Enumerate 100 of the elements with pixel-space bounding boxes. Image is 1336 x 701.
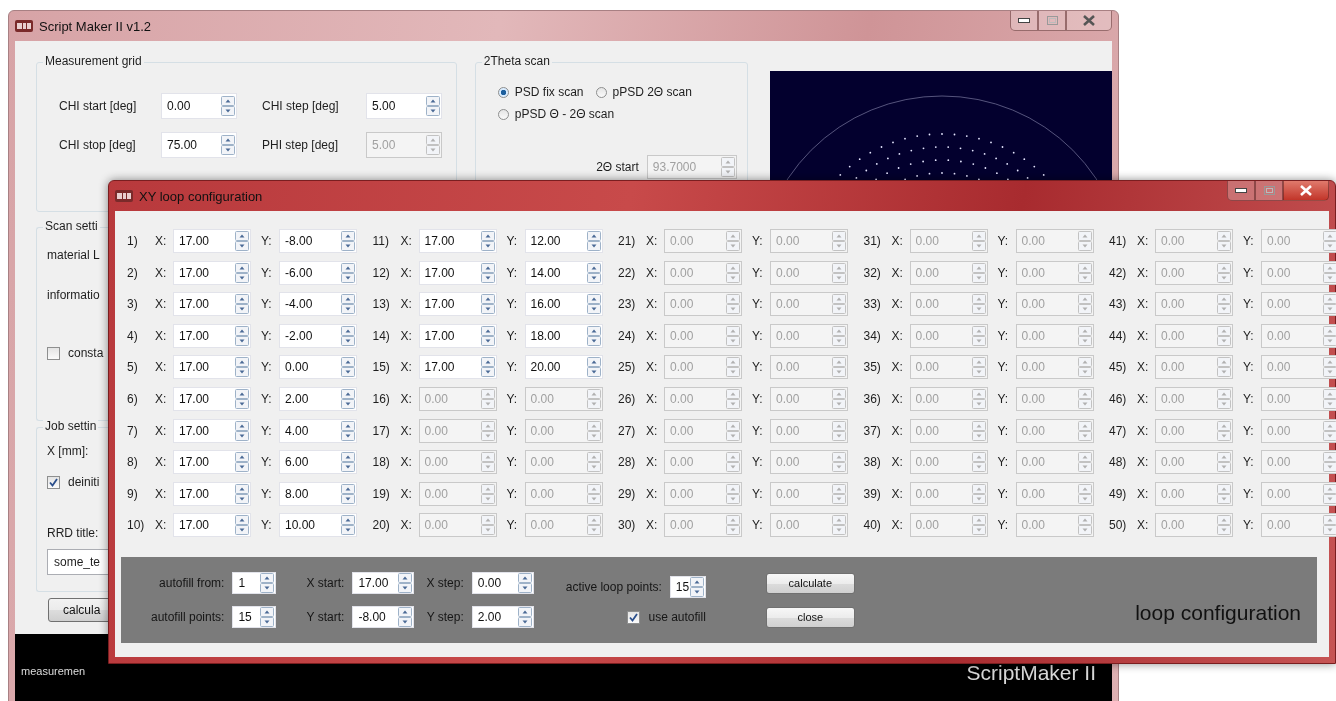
number-field[interactable]: 17.00 [173, 418, 251, 443]
stepper-icon[interactable] [832, 357, 846, 378]
stepper-icon[interactable] [480, 262, 495, 283]
number-field[interactable]: 8.00 [279, 481, 357, 506]
stepper-icon[interactable] [1323, 515, 1336, 536]
stepper-icon[interactable] [341, 231, 355, 251]
stepper-icon[interactable] [260, 607, 275, 628]
number-field[interactable]: 5.00 [366, 93, 442, 119]
stepper-icon[interactable] [517, 607, 532, 628]
stepper-icon[interactable] [235, 420, 249, 441]
dialog-button[interactable]: calculate [765, 572, 855, 594]
checkbox[interactable] [47, 346, 60, 360]
radio-button[interactable] [595, 86, 607, 98]
number-field[interactable]: 10.00 [279, 513, 357, 538]
stepper-icon[interactable] [235, 357, 249, 378]
stepper-icon[interactable] [586, 262, 601, 283]
close-button[interactable] [1066, 11, 1112, 31]
stepper-icon[interactable] [1077, 294, 1092, 315]
stepper-icon[interactable] [341, 452, 355, 473]
stepper-icon[interactable] [1077, 515, 1092, 536]
number-field[interactable]: 17.00 [173, 450, 251, 475]
number-field[interactable]: 15 [232, 606, 277, 629]
stepper-icon[interactable] [1323, 452, 1336, 473]
stepper-icon[interactable] [832, 388, 846, 409]
radio-button[interactable] [497, 108, 509, 120]
number-field[interactable]: 15 [669, 576, 706, 599]
number-field[interactable]: 17.00 [173, 481, 251, 506]
stepper-icon[interactable] [235, 452, 249, 473]
number-field[interactable]: 17.00 [352, 572, 415, 595]
number-field[interactable]: 17.00 [418, 292, 497, 317]
number-field[interactable]: 17.00 [173, 355, 251, 380]
number-field[interactable]: 4.00 [279, 418, 357, 443]
stepper-icon[interactable] [689, 577, 704, 598]
stepper-icon[interactable] [517, 573, 532, 594]
number-field[interactable]: 0.00 [471, 572, 534, 595]
number-field[interactable]: 17.00 [418, 323, 497, 348]
number-field[interactable]: 93.7000 [646, 155, 737, 179]
number-field[interactable]: -2.00 [279, 323, 357, 348]
number-field[interactable]: 17.00 [173, 260, 251, 285]
stepper-icon[interactable] [1323, 325, 1336, 346]
stepper-icon[interactable] [341, 483, 355, 504]
stepper-icon[interactable] [341, 420, 355, 441]
stepper-icon[interactable] [221, 135, 235, 155]
stepper-icon[interactable] [832, 452, 846, 473]
number-field[interactable]: 17.00 [418, 229, 497, 253]
stepper-icon[interactable] [1077, 388, 1092, 409]
stepper-icon[interactable] [480, 357, 495, 378]
stepper-icon[interactable] [235, 483, 249, 504]
stepper-icon[interactable] [832, 231, 846, 251]
stepper-icon[interactable] [1077, 325, 1092, 346]
number-field[interactable]: 2.00 [279, 386, 357, 411]
stepper-icon[interactable] [341, 388, 355, 409]
dialog-button[interactable]: close [765, 606, 855, 628]
stepper-icon[interactable] [1077, 420, 1092, 441]
number-field[interactable]: 20.00 [524, 355, 603, 380]
stepper-icon[interactable] [1323, 231, 1336, 251]
stepper-icon[interactable] [720, 157, 735, 177]
stepper-icon[interactable] [1077, 262, 1092, 283]
stepper-icon[interactable] [586, 452, 601, 473]
stepper-icon[interactable] [1323, 262, 1336, 283]
stepper-icon[interactable] [1077, 231, 1092, 251]
stepper-icon[interactable] [1323, 483, 1336, 504]
number-field[interactable]: 17.00 [418, 260, 497, 285]
number-field[interactable]: 0.00 [161, 93, 237, 119]
stepper-icon[interactable] [235, 515, 249, 536]
stepper-icon[interactable] [341, 357, 355, 378]
stepper-icon[interactable] [586, 325, 601, 346]
stepper-icon[interactable] [260, 573, 275, 594]
stepper-icon[interactable] [480, 325, 495, 346]
stepper-icon[interactable] [1077, 357, 1092, 378]
stepper-icon[interactable] [1323, 294, 1336, 315]
stepper-icon[interactable] [832, 515, 846, 536]
stepper-icon[interactable] [426, 96, 440, 116]
number-field[interactable]: -8.00 [352, 606, 415, 629]
stepper-icon[interactable] [235, 325, 249, 346]
number-field[interactable]: 0.00 [279, 355, 357, 380]
stepper-icon[interactable] [832, 262, 846, 283]
number-field[interactable]: 2.00 [471, 606, 534, 629]
number-field[interactable]: 12.00 [524, 229, 603, 253]
stepper-icon[interactable] [235, 294, 249, 315]
number-field[interactable]: 16.00 [524, 292, 603, 317]
number-field[interactable]: 17.00 [173, 292, 251, 317]
stepper-icon[interactable] [341, 325, 355, 346]
stepper-icon[interactable] [832, 325, 846, 346]
stepper-icon[interactable] [1323, 357, 1336, 378]
stepper-icon[interactable] [341, 262, 355, 283]
number-field[interactable]: 17.00 [418, 355, 497, 380]
minimize-button[interactable] [1010, 11, 1038, 31]
number-field[interactable]: -6.00 [279, 260, 357, 285]
number-field[interactable]: 14.00 [524, 260, 603, 285]
number-field[interactable]: 6.00 [279, 450, 357, 475]
checkbox[interactable] [47, 475, 60, 489]
stepper-icon[interactable] [586, 357, 601, 378]
radio-button[interactable] [497, 86, 509, 98]
maximize-button[interactable] [1255, 181, 1283, 201]
stepper-icon[interactable] [1323, 388, 1336, 409]
stepper-icon[interactable] [341, 294, 355, 315]
stepper-icon[interactable] [586, 420, 601, 441]
stepper-icon[interactable] [235, 388, 249, 409]
stepper-icon[interactable] [398, 573, 413, 594]
